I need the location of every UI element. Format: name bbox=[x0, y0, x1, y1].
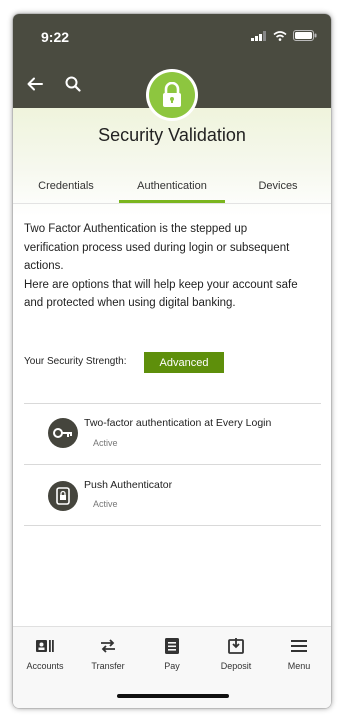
status-icons bbox=[251, 30, 317, 41]
phone-screen: 9:22 Security Validation Credentials Aut… bbox=[13, 14, 331, 708]
method-title: Two-factor authentication at Every Login bbox=[84, 417, 272, 429]
status-bar: 9:22 bbox=[13, 14, 331, 60]
description-line: actions. bbox=[24, 260, 64, 272]
nav-menu[interactable]: Menu bbox=[269, 637, 329, 671]
nav-deposit[interactable]: Deposit bbox=[206, 637, 266, 671]
battery-icon bbox=[293, 30, 317, 41]
tab-credentials[interactable]: Credentials bbox=[13, 180, 119, 192]
menu-icon bbox=[291, 640, 307, 652]
nav-label: Pay bbox=[164, 661, 180, 671]
list-divider bbox=[24, 403, 321, 404]
key-icon-badge bbox=[48, 418, 78, 448]
phone-lock-icon bbox=[56, 487, 70, 505]
back-button[interactable] bbox=[21, 70, 49, 98]
page-title: Security Validation bbox=[98, 125, 246, 145]
lock-badge bbox=[149, 72, 195, 118]
nav-transfer[interactable]: Transfer bbox=[78, 637, 138, 671]
search-button[interactable] bbox=[59, 70, 87, 98]
nav-label: Menu bbox=[287, 661, 311, 671]
method-title: Push Authenticator bbox=[84, 479, 173, 491]
security-strength-badge: Advanced bbox=[144, 352, 224, 373]
nav-label: Accounts bbox=[26, 661, 64, 671]
method-status: Active bbox=[93, 438, 118, 448]
method-status: Active bbox=[93, 499, 118, 509]
deposit-icon bbox=[228, 638, 244, 654]
key-icon bbox=[53, 428, 72, 438]
nav-label: Transfer bbox=[91, 661, 125, 671]
security-strength-label: Your Security Strength: bbox=[24, 356, 127, 367]
lock-icon bbox=[163, 82, 181, 107]
list-divider bbox=[24, 525, 321, 526]
tab-devices[interactable]: Devices bbox=[225, 180, 331, 192]
tab-authentication[interactable]: Authentication bbox=[119, 180, 225, 192]
tab-divider bbox=[13, 203, 331, 204]
description-line: and protected when using digital banking… bbox=[24, 297, 236, 309]
description-line: verification process used during login o… bbox=[24, 241, 290, 254]
nav-accounts[interactable]: Accounts bbox=[15, 637, 75, 671]
nav-pay[interactable]: Pay bbox=[142, 637, 202, 671]
description-line: Two Factor Authentication is the stepped… bbox=[24, 223, 248, 235]
back-arrow-icon bbox=[27, 77, 43, 91]
accounts-icon bbox=[36, 640, 54, 652]
home-indicator[interactable] bbox=[117, 694, 229, 698]
nav-label: Deposit bbox=[220, 661, 252, 671]
pay-icon bbox=[165, 638, 179, 654]
description-text: Two Factor Authentication is the stepped… bbox=[24, 220, 324, 313]
wifi-icon bbox=[273, 30, 287, 41]
transfer-icon bbox=[101, 639, 115, 653]
phone-lock-icon-badge bbox=[48, 481, 78, 511]
search-icon bbox=[65, 76, 81, 92]
signal-icon bbox=[251, 30, 266, 41]
description-line: Here are options that will help keep you… bbox=[24, 278, 298, 291]
status-time: 9:22 bbox=[41, 29, 70, 45]
list-divider bbox=[24, 464, 321, 465]
